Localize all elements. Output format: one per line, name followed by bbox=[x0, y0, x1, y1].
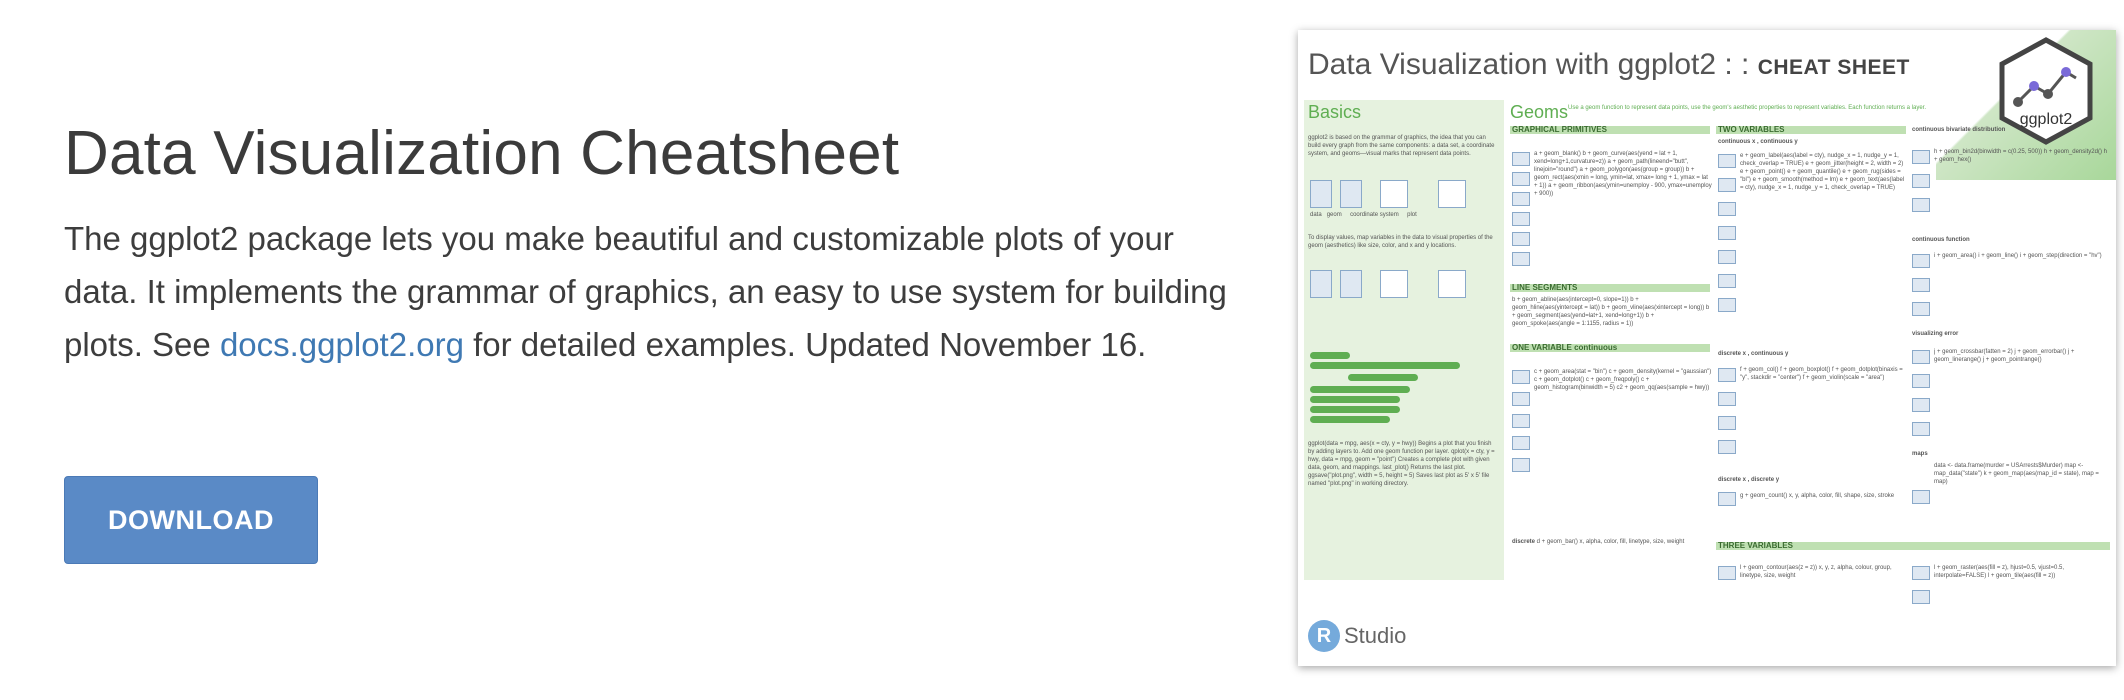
thumbnail-title: Data Visualization with ggplot2 : : CHEA… bbox=[1308, 48, 1910, 81]
fn-line-geom-icon bbox=[1912, 278, 1930, 292]
two-variables-head: TWO VARIABLES bbox=[1718, 125, 1785, 134]
continuous-function-text: i + geom_area() i + geom_line() i + geom… bbox=[1934, 253, 2102, 259]
discrete-text: discrete d + geom_bar() x, alpha, color,… bbox=[1512, 539, 1685, 545]
maps-text: data <- data.frame(murder = USArrests$Mu… bbox=[1934, 463, 2099, 485]
contour-geom-icon bbox=[1718, 566, 1736, 580]
density2d-geom-icon bbox=[1912, 174, 1930, 188]
one-variable-head: ONE VARIABLE continuous bbox=[1512, 343, 1618, 352]
visualizing-error-text: j + geom_crossbar(fatten = 2) j + geom_e… bbox=[1934, 349, 2075, 363]
three-variables-text-1: l + geom_contour(aes(z = z)) x, y, z, al… bbox=[1740, 565, 1892, 579]
primitives-text: a + geom_blank() b + geom_curve(aes(yend… bbox=[1534, 151, 1712, 197]
data-table-icon bbox=[1310, 180, 1332, 208]
template-line-1 bbox=[1310, 352, 1350, 359]
raster-geom-icon bbox=[1912, 566, 1930, 580]
polygon-geom-icon bbox=[1512, 212, 1530, 226]
boxplot-geom-icon bbox=[1718, 392, 1736, 406]
graphical-primitives-head: GRAPHICAL PRIMITIVES bbox=[1512, 125, 1607, 134]
continuous-xy-text: e + geom_label(aes(label = cty), nudge_x… bbox=[1740, 153, 1905, 191]
continuous-function-head: continuous function bbox=[1912, 237, 1970, 243]
continuous-bivariate-head: continuous bivariate distribution bbox=[1912, 127, 2006, 133]
maps-head: maps bbox=[1912, 451, 1928, 457]
template-line-4 bbox=[1310, 386, 1410, 393]
coord-icon bbox=[1380, 180, 1408, 208]
density-geom-icon bbox=[1512, 392, 1530, 406]
template-line-3 bbox=[1348, 374, 1418, 381]
discrete-discrete-text: g + geom_count() x, y, alpha, color, fil… bbox=[1740, 493, 1895, 499]
basics-labels: data geom coordinate system plot bbox=[1310, 212, 1417, 218]
geom-icon-2 bbox=[1340, 270, 1362, 298]
geoms-heading: Geoms bbox=[1510, 102, 1569, 122]
quantile-geom-icon bbox=[1718, 226, 1736, 240]
jitter-geom-icon bbox=[1718, 178, 1736, 192]
download-button[interactable]: DOWNLOAD bbox=[64, 476, 318, 564]
discrete-continuous-text: f + geom_col() f + geom_boxplot() f + ge… bbox=[1740, 367, 1903, 381]
blank-geom-icon bbox=[1512, 152, 1530, 166]
bin2d-geom-icon bbox=[1912, 150, 1930, 164]
dotplot-geom-icon bbox=[1512, 414, 1530, 428]
ribbon-geom-icon bbox=[1512, 252, 1530, 266]
aesthetics-text: To display values, map variables in the … bbox=[1308, 235, 1493, 249]
cheatsheet-thumbnail[interactable]: Data Visualization with ggplot2 : : CHEA… bbox=[1298, 30, 2116, 666]
hex-geom-icon bbox=[1912, 198, 1930, 212]
basics-heading: Basics bbox=[1308, 102, 1362, 122]
errorbar-geom-icon bbox=[1912, 374, 1930, 388]
line-segments-head: LINE SEGMENTS bbox=[1512, 283, 1578, 292]
tile-geom-icon bbox=[1912, 590, 1930, 604]
basics-text: ggplot2 is based on the grammar of graph… bbox=[1308, 135, 1495, 157]
fn-area-geom-icon bbox=[1912, 254, 1930, 268]
curve-geom-icon bbox=[1512, 172, 1530, 186]
plot-icon-2 bbox=[1438, 270, 1466, 298]
violin-geom-icon bbox=[1718, 440, 1736, 454]
description-text-end: for detailed examples. Updated November … bbox=[463, 326, 1147, 363]
count-geom-icon bbox=[1718, 492, 1736, 506]
geom-icon bbox=[1340, 180, 1362, 208]
line-segments-text: b + geom_abline(aes(intercept=0, slope=1… bbox=[1512, 297, 1710, 327]
discrete-continuous-head: discrete x , continuous y bbox=[1718, 351, 1789, 357]
template-line-6 bbox=[1310, 406, 1400, 413]
one-variable-text: c + geom_area(stat = "bin") c + geom_den… bbox=[1534, 369, 1712, 391]
coord-icon-2 bbox=[1380, 270, 1408, 298]
text-geom-icon bbox=[1718, 298, 1736, 312]
data-table-icon-2 bbox=[1310, 270, 1332, 298]
label-geom-icon bbox=[1718, 154, 1736, 168]
geoms-subtitle: Use a geom function to represent data po… bbox=[1568, 105, 1927, 111]
page-title: Data Visualization Cheatsheet bbox=[64, 119, 900, 188]
fn-step-geom-icon bbox=[1912, 302, 1930, 316]
visualizing-error-head: visualizing error bbox=[1912, 331, 1959, 337]
rug-geom-icon bbox=[1718, 250, 1736, 264]
col-geom-icon bbox=[1718, 368, 1736, 382]
smooth-geom-icon bbox=[1718, 274, 1736, 288]
pointrange-geom-icon bbox=[1912, 422, 1930, 436]
three-variables-head: THREE VARIABLES bbox=[1718, 541, 1793, 550]
dotplot2-geom-icon bbox=[1718, 416, 1736, 430]
template-line-7 bbox=[1310, 416, 1390, 423]
basics-ggplot-text: ggplot(data = mpg, aes(x = cty, y = hwy)… bbox=[1308, 441, 1495, 487]
linerange-geom-icon bbox=[1912, 398, 1930, 412]
histogram-geom-icon bbox=[1512, 458, 1530, 472]
rstudio-logo: R Studio bbox=[1308, 620, 1406, 652]
three-variables-text-2: l + geom_raster(aes(fill = z), hjust=0.5… bbox=[1934, 565, 2065, 579]
template-line-5 bbox=[1310, 396, 1400, 403]
rect-geom-icon bbox=[1512, 232, 1530, 246]
plot-icon bbox=[1438, 180, 1466, 208]
template-line-2 bbox=[1310, 362, 1460, 369]
description: The ggplot2 package lets you make beauti… bbox=[64, 212, 1234, 371]
hero-section: Data Visualization Cheatsheet The ggplot… bbox=[64, 0, 1234, 700]
docs-link[interactable]: docs.ggplot2.org bbox=[220, 326, 464, 363]
rstudio-r-icon: R bbox=[1308, 620, 1340, 652]
point-geom-icon bbox=[1718, 202, 1736, 216]
freqpoly-geom-icon bbox=[1512, 436, 1530, 450]
continuous-bivariate-text: h + geom_bin2d(binwidth = c(0.25, 500)) … bbox=[1934, 149, 2107, 163]
crossbar-geom-icon bbox=[1912, 350, 1930, 364]
path-geom-icon bbox=[1512, 192, 1530, 206]
discrete-discrete-head: discrete x , discrete y bbox=[1718, 477, 1780, 483]
area-geom-icon bbox=[1512, 370, 1530, 384]
map-geom-icon bbox=[1912, 490, 1930, 504]
continuous-xy-head: continuous x , continuous y bbox=[1718, 139, 1798, 145]
